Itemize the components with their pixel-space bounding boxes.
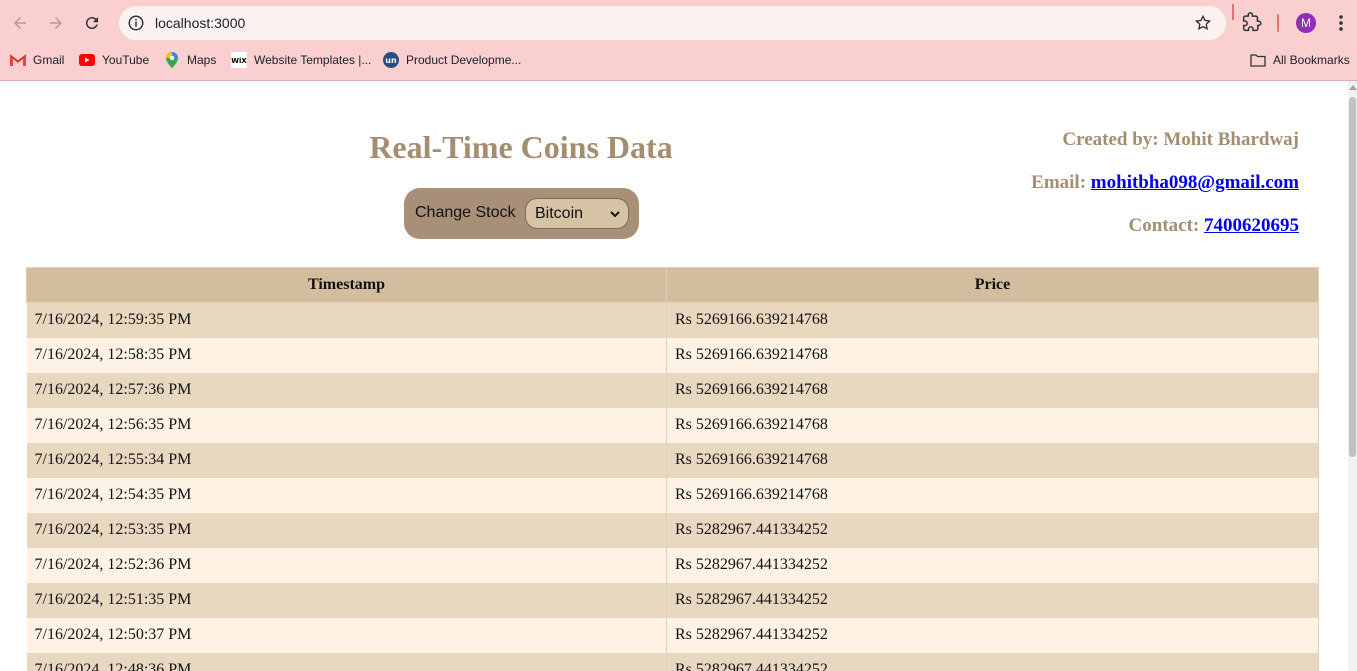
page-content: Real-Time Coins Data Change Stock Bitcoi… bbox=[0, 81, 1348, 671]
table-body: 7/16/2024, 12:59:35 PM Rs 5269166.6392147… bbox=[26, 302, 1319, 671]
timestamp-cell: 7/16/2024, 12:52:36 PM bbox=[26, 547, 667, 583]
timestamp-cell: 7/16/2024, 12:56:35 PM bbox=[26, 407, 667, 443]
change-stock-panel: Change Stock Bitcoin bbox=[404, 188, 639, 239]
price-cell: Rs 5269166.639214768 bbox=[666, 372, 1319, 408]
timestamp-cell: 7/16/2024, 12:53:35 PM bbox=[26, 512, 667, 548]
reload-icon bbox=[85, 17, 98, 30]
profile-avatar[interactable]: M bbox=[1296, 13, 1316, 33]
timestamp-cell: 7/16/2024, 12:59:35 PM bbox=[26, 302, 667, 338]
svg-text:WiX: WiX bbox=[231, 57, 247, 65]
price-cell: Rs 5282967.441334252 bbox=[666, 547, 1319, 583]
email-line: Email: mohitbha098@gmail.com bbox=[1031, 172, 1299, 193]
price-cell: Rs 5269166.639214768 bbox=[666, 477, 1319, 513]
kebab-menu-icon[interactable] bbox=[1335, 13, 1347, 33]
timestamp-cell: 7/16/2024, 12:51:35 PM bbox=[26, 582, 667, 618]
bookmark-youtube[interactable]: YouTube bbox=[79, 48, 149, 72]
stock-select-value: Bitcoin bbox=[535, 205, 584, 222]
price-cell: Rs 5269166.639214768 bbox=[666, 442, 1319, 478]
table-header-row: Timestamp Price bbox=[26, 267, 1319, 303]
bookmark-star-icon[interactable] bbox=[1194, 14, 1212, 32]
reload-button[interactable] bbox=[80, 11, 104, 35]
price-cell: Rs 5269166.639214768 bbox=[666, 407, 1319, 443]
youtube-icon bbox=[79, 52, 95, 68]
contact-link[interactable]: 7400620695 bbox=[1204, 215, 1299, 236]
maps-icon bbox=[164, 52, 180, 68]
extensions-icon[interactable] bbox=[1242, 12, 1262, 32]
timestamp-cell: 7/16/2024, 12:58:35 PM bbox=[26, 337, 667, 373]
price-cell: Rs 5269166.639214768 bbox=[666, 302, 1319, 338]
un-icon: un bbox=[383, 52, 399, 68]
price-header: Price bbox=[666, 267, 1319, 303]
table-row: 7/16/2024, 12:54:35 PM Rs 5269166.6392147… bbox=[26, 477, 1319, 513]
toolbar-separator bbox=[1277, 14, 1279, 32]
bookmark-maps[interactable]: Maps bbox=[164, 48, 216, 72]
author-info: Created by: Mohit Bhardwaj Email: mohitb… bbox=[1031, 127, 1299, 256]
timestamp-header: Timestamp bbox=[26, 267, 667, 303]
table-row: 7/16/2024, 12:59:35 PM Rs 5269166.6392147… bbox=[26, 302, 1319, 338]
timestamp-cell: 7/16/2024, 12:48:36 PM bbox=[26, 652, 667, 671]
vertical-scrollbar[interactable] bbox=[1348, 81, 1357, 671]
table-row: 7/16/2024, 12:57:36 PM Rs 5269166.6392147… bbox=[26, 372, 1319, 408]
table-row: 7/16/2024, 12:50:37 PM Rs 5282967.4413342… bbox=[26, 617, 1319, 653]
price-cell: Rs 5282967.441334252 bbox=[666, 617, 1319, 653]
price-cell: Rs 5282967.441334252 bbox=[666, 582, 1319, 618]
bookmarks-bar: Gmail YouTube Maps WiX Website Templates… bbox=[0, 48, 1357, 72]
bookmarks-separator bbox=[1232, 4, 1234, 20]
timestamp-cell: 7/16/2024, 12:57:36 PM bbox=[26, 372, 667, 408]
address-bar[interactable]: localhost:3000 bbox=[119, 6, 1226, 40]
price-table: Timestamp Price 7/16/2024, 12:59:35 PM Rs… bbox=[26, 267, 1319, 671]
bookmark-product-development[interactable]: un Product Developme... bbox=[383, 48, 521, 72]
arrow-right-icon bbox=[50, 17, 62, 29]
price-cell: Rs 5269166.639214768 bbox=[666, 337, 1319, 373]
created-by: Created by: Mohit Bhardwaj bbox=[1062, 129, 1299, 150]
chevron-down-icon bbox=[610, 211, 620, 218]
bookmark-gmail[interactable]: Gmail bbox=[10, 48, 64, 72]
site-info-icon[interactable] bbox=[127, 14, 145, 32]
change-stock-label: Change Stock bbox=[415, 204, 516, 221]
stock-select[interactable]: Bitcoin bbox=[525, 198, 629, 229]
scroll-up-arrow-icon[interactable] bbox=[1349, 85, 1357, 90]
bookmark-website-templates[interactable]: WiX Website Templates |... bbox=[231, 48, 371, 72]
email-link[interactable]: mohitbha098@gmail.com bbox=[1091, 172, 1299, 193]
page-title: Real-Time Coins Data bbox=[369, 129, 673, 165]
table-row: 7/16/2024, 12:52:36 PM Rs 5282967.4413342… bbox=[26, 547, 1319, 583]
url-text: localhost:3000 bbox=[155, 15, 246, 31]
browser-chrome: localhost:3000 M Gmail YouTube Maps WiX … bbox=[0, 0, 1357, 81]
timestamp-cell: 7/16/2024, 12:54:35 PM bbox=[26, 477, 667, 513]
table-row: 7/16/2024, 12:58:35 PM Rs 5269166.6392147… bbox=[26, 337, 1319, 373]
back-button[interactable] bbox=[8, 11, 32, 35]
wix-icon: WiX bbox=[231, 52, 247, 68]
scrollbar-thumb[interactable] bbox=[1349, 97, 1356, 457]
forward-button[interactable] bbox=[44, 11, 68, 35]
timestamp-cell: 7/16/2024, 12:55:34 PM bbox=[26, 442, 667, 478]
contact-line: Contact: 7400620695 bbox=[1128, 215, 1299, 236]
svg-text:un: un bbox=[385, 56, 397, 65]
table-row: 7/16/2024, 12:48:36 PM Rs 5282967.4413342… bbox=[26, 652, 1319, 671]
folder-icon bbox=[1250, 52, 1266, 68]
price-cell: Rs 5282967.441334252 bbox=[666, 652, 1319, 671]
all-bookmarks[interactable]: All Bookmarks bbox=[1250, 48, 1350, 72]
table-row: 7/16/2024, 12:51:35 PM Rs 5282967.4413342… bbox=[26, 582, 1319, 618]
table-row: 7/16/2024, 12:53:35 PM Rs 5282967.4413342… bbox=[26, 512, 1319, 548]
table-row: 7/16/2024, 12:55:34 PM Rs 5269166.6392147… bbox=[26, 442, 1319, 478]
table-row: 7/16/2024, 12:56:35 PM Rs 5269166.6392147… bbox=[26, 407, 1319, 443]
timestamp-cell: 7/16/2024, 12:50:37 PM bbox=[26, 617, 667, 653]
arrow-left-icon bbox=[14, 17, 26, 29]
gmail-icon bbox=[10, 52, 26, 68]
price-cell: Rs 5282967.441334252 bbox=[666, 512, 1319, 548]
